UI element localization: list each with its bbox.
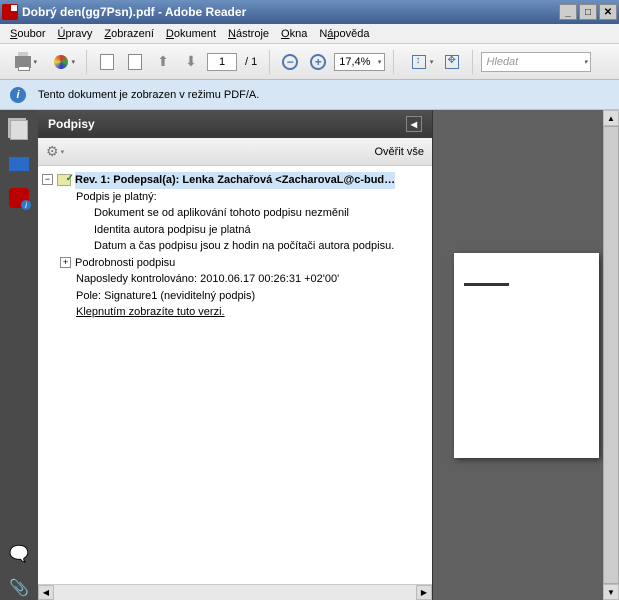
- scroll-track[interactable]: [54, 585, 416, 600]
- signatures-title: Podpisy: [48, 117, 95, 131]
- menu-tools[interactable]: Nástroje: [222, 26, 275, 42]
- arrow-up-icon: ⬆: [157, 53, 169, 70]
- prev-page-button[interactable]: ⬆: [151, 50, 175, 74]
- paperclip-icon: 📎: [9, 578, 29, 598]
- app-icon: [2, 4, 18, 20]
- close-button[interactable]: ✕: [599, 4, 617, 20]
- info-text: Tento dokument je zobrazen v režimu PDF/…: [38, 89, 259, 101]
- main-area: 🗨️ 📎 Podpisy ◀ ⚙▾ Ověřit vše − Rev. 1: P…: [0, 110, 619, 600]
- next-page-button[interactable]: ⬇: [179, 50, 203, 74]
- zoom-in-icon: +: [310, 54, 326, 70]
- scroll-left-button[interactable]: ◀: [38, 585, 54, 600]
- separator: [393, 50, 394, 74]
- tree-expand-button[interactable]: +: [60, 257, 71, 268]
- page-total: / 1: [245, 56, 257, 68]
- separator: [472, 50, 473, 74]
- nav-comments[interactable]: 🗨️: [7, 542, 31, 566]
- comments-icon: 🗨️: [9, 544, 29, 564]
- nav-attachments[interactable]: 📎: [7, 576, 31, 600]
- zoom-select[interactable]: 17,4%: [334, 53, 385, 71]
- collab-button[interactable]: [44, 50, 78, 74]
- maximize-button[interactable]: □: [579, 4, 597, 20]
- page-thumb-2[interactable]: [123, 50, 147, 74]
- signatures-toolbar: ⚙▾ Ověřit vše: [38, 138, 432, 166]
- signature-field: Pole: Signature1 (neviditelný podpis): [42, 288, 428, 305]
- zoom-value: 17,4%: [339, 56, 370, 68]
- collab-icon: [54, 55, 68, 69]
- signature-view-version-link[interactable]: Klepnutím zobrazíte tuto verzi.: [76, 306, 225, 318]
- tree-collapse-button[interactable]: −: [42, 174, 53, 185]
- nav-signatures[interactable]: [7, 152, 31, 176]
- nav-pdfinfo[interactable]: [7, 186, 31, 210]
- title-bar: Dobrý den(gg7Psn).pdf - Adobe Reader _ □…: [0, 0, 619, 24]
- zoom-out-button[interactable]: −: [278, 50, 302, 74]
- scroll-thumb[interactable]: [603, 126, 619, 584]
- window-title: Dobrý den(gg7Psn).pdf - Adobe Reader: [22, 5, 557, 19]
- pages-icon: [10, 120, 28, 140]
- info-icon: i: [10, 87, 26, 103]
- print-button[interactable]: [6, 50, 40, 74]
- menu-document[interactable]: Dokument: [160, 26, 222, 42]
- signature-valid-text: Podpis je platný:: [42, 189, 428, 206]
- menu-view[interactable]: Zobrazení: [98, 26, 160, 42]
- fit-width-button[interactable]: [440, 50, 464, 74]
- search-input[interactable]: Hledat: [481, 52, 591, 72]
- collapse-panel-button[interactable]: ◀: [406, 116, 422, 132]
- nav-strip: 🗨️ 📎: [0, 110, 38, 600]
- arrow-down-icon: ⬇: [185, 53, 197, 70]
- fit-height-button[interactable]: [402, 50, 436, 74]
- signature-icon: [9, 157, 29, 171]
- signature-last-checked: Naposledy kontrolováno: 2010.06.17 00:26…: [42, 271, 428, 288]
- scroll-up-button[interactable]: ▲: [603, 110, 619, 126]
- minimize-button[interactable]: _: [559, 4, 577, 20]
- signature-tree: − Rev. 1: Podepsal(a): Lenka Zachařová <…: [38, 166, 432, 584]
- zoom-in-button[interactable]: +: [306, 50, 330, 74]
- info-bar: i Tento dokument je zobrazen v režimu PD…: [0, 80, 619, 110]
- vertical-scrollbar[interactable]: ▲ ▼: [603, 110, 619, 600]
- fit-width-icon: [445, 55, 459, 69]
- page-1: [454, 253, 599, 458]
- toolbar: ⬆ ⬇ / 1 − + 17,4% Hledat: [0, 44, 619, 80]
- signature-valid-icon: [57, 174, 71, 186]
- page-thumb-1[interactable]: [95, 50, 119, 74]
- options-menu[interactable]: [64, 142, 84, 162]
- pdf-info-icon: [9, 188, 29, 208]
- signature-doc-unchanged: Dokument se od aplikování tohoto podpisu…: [42, 205, 428, 222]
- menu-window[interactable]: Okna: [275, 26, 313, 42]
- verify-all-button[interactable]: Ověřit vše: [374, 146, 424, 158]
- menu-help[interactable]: Nápověda: [313, 26, 375, 42]
- panel-hscrollbar[interactable]: ◀ ▶: [38, 584, 432, 600]
- menu-bar: Soubor Úpravy Zobrazení Dokument Nástroj…: [0, 24, 619, 44]
- page-number-input[interactable]: [207, 53, 237, 71]
- search-placeholder: Hledat: [486, 56, 518, 68]
- signature-identity-valid: Identita autora podpisu je platná: [42, 222, 428, 239]
- menu-edit[interactable]: Úpravy: [51, 26, 98, 42]
- nav-pages[interactable]: [7, 118, 31, 142]
- print-icon: [15, 56, 31, 68]
- scroll-down-button[interactable]: ▼: [603, 584, 619, 600]
- separator: [86, 50, 87, 74]
- fit-height-icon: [412, 55, 426, 69]
- scroll-right-button[interactable]: ▶: [416, 585, 432, 600]
- signatures-header: Podpisy ◀: [38, 110, 432, 138]
- signature-details-label[interactable]: Podrobnosti podpisu: [75, 255, 175, 272]
- zoom-out-icon: −: [282, 54, 298, 70]
- signature-time-local: Datum a čas podpisu jsou z hodin na počí…: [42, 238, 428, 255]
- menu-file[interactable]: Soubor: [4, 26, 51, 42]
- separator: [269, 50, 270, 74]
- gear-icon: ⚙: [46, 143, 59, 160]
- page-icon: [128, 54, 142, 70]
- document-viewport[interactable]: [433, 110, 619, 600]
- signatures-panel: Podpisy ◀ ⚙▾ Ověřit vše − Rev. 1: Podeps…: [38, 110, 433, 600]
- signature-rev-label[interactable]: Rev. 1: Podepsal(a): Lenka Zachařová <Za…: [75, 172, 395, 189]
- page-icon: [100, 54, 114, 70]
- document-area: ▲ ▼: [433, 110, 619, 600]
